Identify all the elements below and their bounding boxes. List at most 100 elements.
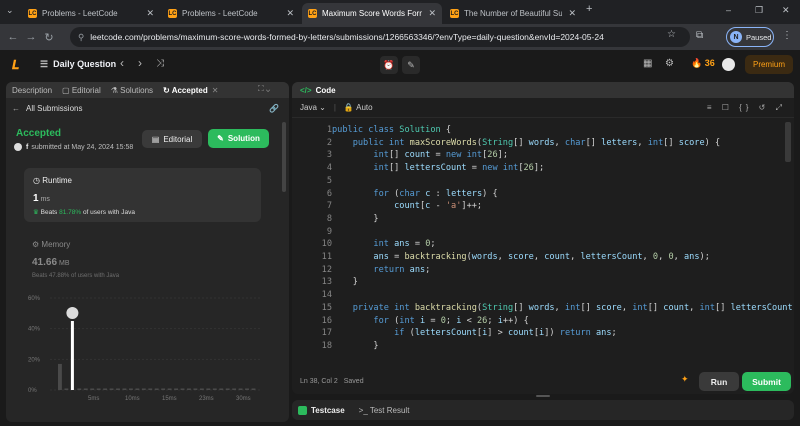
browser-tab[interactable]: LC Problems - LeetCode ✕	[22, 3, 160, 24]
chart-bar[interactable]	[109, 388, 114, 390]
memory-label[interactable]: ⚙ Memory	[32, 240, 70, 249]
site-info-icon[interactable]: ⚲	[78, 32, 84, 43]
chart-bar[interactable]	[90, 388, 95, 390]
chart-bar[interactable]	[180, 388, 185, 390]
browser-menu-icon[interactable]: ⋮	[782, 30, 792, 41]
tab-close-icon[interactable]: ✕	[428, 8, 436, 19]
chart-bar[interactable]	[116, 388, 120, 390]
code-line[interactable]: if (lettersCount[i] > count[i]) return a…	[332, 327, 617, 340]
code-line[interactable]: public int maxScoreWords(String[] words,…	[332, 137, 720, 150]
chart-bar[interactable]	[77, 388, 82, 390]
chart-bar[interactable]	[58, 363, 62, 390]
chart-bar[interactable]	[232, 388, 237, 390]
tab-solutions[interactable]: ⚗ Solutions	[111, 86, 153, 95]
code-tab[interactable]: </> Code	[292, 82, 794, 98]
extensions-icon[interactable]: ⧉	[696, 30, 703, 41]
testcase-tab[interactable]: Testcase	[311, 406, 345, 415]
chart-bar[interactable]	[64, 388, 69, 390]
runtime-distribution-chart[interactable]: 60% 40% 20% 0% 5ms 10ms 15ms 23ms 30ms	[24, 292, 264, 407]
tab-search-icon[interactable]: ⌄	[6, 5, 14, 16]
settings-icon[interactable]: ⚙	[665, 58, 674, 69]
code-line[interactable]: int ans = 0;	[332, 238, 435, 251]
chart-bar[interactable]	[212, 388, 217, 390]
chart-bar[interactable]	[199, 388, 204, 390]
chart-bar[interactable]	[174, 388, 178, 390]
chart-bar[interactable]	[187, 388, 191, 390]
chart-bar[interactable]	[83, 388, 88, 390]
tab-description[interactable]: Description	[12, 86, 52, 95]
back-arrow-icon[interactable]: ←	[12, 104, 20, 113]
reload-button[interactable]: ↻	[40, 31, 58, 44]
back-button[interactable]: ←	[4, 31, 22, 43]
chart-bar[interactable]	[225, 388, 230, 390]
left-panel-scrollbar[interactable]	[282, 122, 286, 192]
streak-counter[interactable]: 🔥 36	[691, 58, 715, 69]
runtime-card[interactable]: ◷ Runtime 1 ms ♛ Beats 81.78% of users wi…	[24, 168, 261, 222]
code-line[interactable]: }	[332, 213, 378, 226]
next-question-icon[interactable]: ›	[138, 56, 142, 70]
tab-accepted[interactable]: ↻ Accepted	[163, 86, 208, 95]
solution-button[interactable]: ✎ Solution	[208, 129, 269, 148]
chart-bar[interactable]	[238, 388, 243, 390]
chart-bar[interactable]	[96, 388, 101, 390]
code-line[interactable]: private int backtracking(String[] words,…	[332, 302, 793, 315]
editor-tools-icons[interactable]: ≡ ☐ {} ↺ ⤢	[707, 103, 786, 113]
tab-close-icon[interactable]: ✕	[146, 8, 154, 19]
username[interactable]: f	[26, 144, 28, 151]
chart-bar-highlight[interactable]	[70, 321, 74, 390]
close-window-button[interactable]: ✕	[782, 5, 790, 16]
premium-button[interactable]: Premium	[745, 55, 793, 74]
run-button[interactable]: Run	[699, 372, 739, 391]
code-line[interactable]: for (char c : letters) {	[332, 188, 497, 201]
address-bar[interactable]: ⚲ leetcode.com/problems/maximum-score-wo…	[70, 27, 690, 47]
chart-bar[interactable]	[193, 388, 198, 390]
all-submissions-link[interactable]: ← All Submissions 🔗	[6, 98, 289, 118]
chart-bar[interactable]	[154, 388, 159, 390]
shuffle-icon[interactable]: ⤨	[156, 58, 164, 69]
chart-bar[interactable]	[141, 388, 146, 390]
code-line[interactable]: int[] count = new int[26];	[332, 149, 508, 162]
daily-question-link[interactable]: ☰ Daily Question	[40, 59, 116, 70]
auto-mode[interactable]: Auto	[356, 103, 372, 112]
chart-bar[interactable]	[245, 388, 249, 390]
editor-scrollbar[interactable]	[785, 122, 791, 162]
new-tab-button[interactable]: +	[586, 3, 592, 15]
panel-controls-icon[interactable]: ⛶ ⌄	[258, 84, 270, 94]
chart-bar[interactable]	[128, 388, 133, 390]
browser-tab-active[interactable]: LC Maximum Score Words Formed ✕	[302, 3, 442, 24]
timer-button[interactable]: ⏰	[380, 56, 398, 74]
chart-bar[interactable]	[167, 388, 172, 390]
notes-button[interactable]: ✎	[402, 56, 420, 74]
chart-bar[interactable]	[148, 388, 153, 390]
submit-button[interactable]: Submit	[742, 372, 791, 391]
chart-bar[interactable]	[103, 388, 108, 390]
chart-bar[interactable]	[161, 388, 166, 390]
chart-bar[interactable]	[219, 388, 224, 390]
forward-button[interactable]: →	[22, 31, 40, 43]
test-result-tab[interactable]: >_ Test Result	[359, 406, 410, 415]
editorial-button[interactable]: ▤ Editorial	[142, 130, 202, 148]
code-line[interactable]: return ans;	[332, 264, 430, 277]
restore-button[interactable]: ❐	[755, 5, 763, 16]
code-line[interactable]: public class Solution {	[332, 124, 451, 137]
profile-button[interactable]: N Paused	[726, 27, 774, 47]
tab-editorial[interactable]: ▢ Editorial	[62, 86, 101, 95]
browser-tab[interactable]: LC The Number of Beautiful Subse ✕	[444, 3, 582, 24]
share-link-icon[interactable]: 🔗	[269, 104, 279, 113]
code-editor[interactable]: 1 public class Solution {2 public int max…	[292, 120, 794, 363]
code-line[interactable]: }	[332, 340, 378, 353]
user-avatar[interactable]	[722, 58, 735, 71]
prev-question-icon[interactable]: ‹	[120, 56, 124, 70]
minimize-button[interactable]: –	[726, 5, 731, 15]
tab-close-icon[interactable]: ✕	[286, 8, 294, 19]
debug-icon[interactable]: ✦	[681, 374, 689, 385]
code-line[interactable]: }	[332, 276, 358, 289]
chart-bar[interactable]	[206, 388, 211, 390]
chart-bar[interactable]	[122, 388, 127, 390]
tab-close-icon[interactable]: ✕	[568, 8, 576, 19]
panel-resize-handle[interactable]	[536, 395, 550, 397]
bookmark-star-icon[interactable]: ☆	[667, 29, 676, 40]
code-line[interactable]: ans = backtracking(words, score, count, …	[332, 251, 709, 264]
chart-bar[interactable]	[135, 388, 140, 390]
browser-tab[interactable]: LC Problems - LeetCode ✕	[162, 3, 300, 24]
